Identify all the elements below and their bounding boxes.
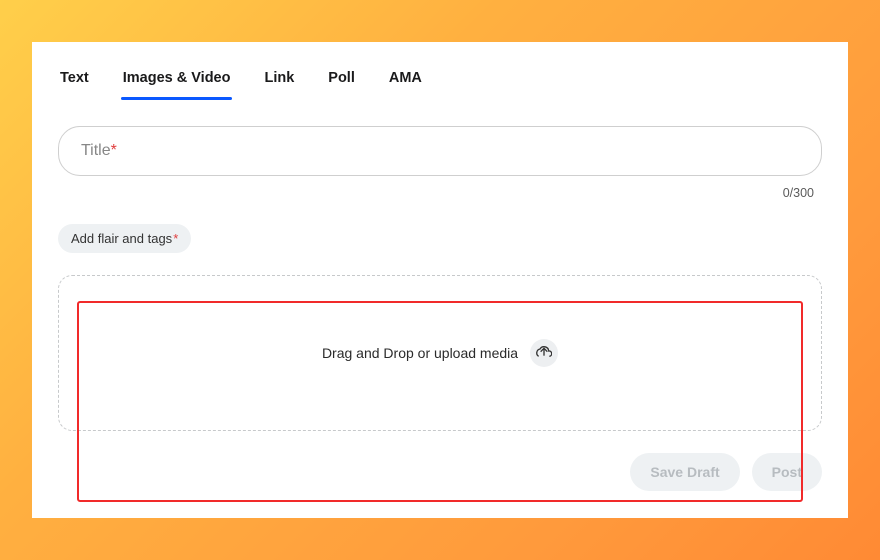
save-draft-button[interactable]: Save Draft	[630, 453, 739, 491]
media-drop-zone[interactable]: Drag and Drop or upload media	[58, 275, 822, 431]
tab-images-video[interactable]: Images & Video	[123, 66, 231, 96]
title-placeholder: Title*	[81, 142, 117, 160]
tab-text[interactable]: Text	[60, 66, 89, 96]
title-char-counter: 0/300	[58, 186, 814, 200]
action-buttons: Save Draft Post	[58, 453, 822, 491]
upload-icon	[530, 339, 558, 367]
drop-label: Drag and Drop or upload media	[322, 345, 518, 361]
post-composer-card: Text Images & Video Link Poll AMA Title*…	[32, 42, 848, 518]
post-type-tabs: Text Images & Video Link Poll AMA	[58, 66, 822, 104]
title-input[interactable]: Title*	[58, 126, 822, 176]
tab-ama[interactable]: AMA	[389, 66, 422, 96]
post-button[interactable]: Post	[752, 453, 822, 491]
tab-link[interactable]: Link	[264, 66, 294, 96]
add-flair-button[interactable]: Add flair and tags*	[58, 224, 191, 253]
tab-poll[interactable]: Poll	[328, 66, 355, 96]
